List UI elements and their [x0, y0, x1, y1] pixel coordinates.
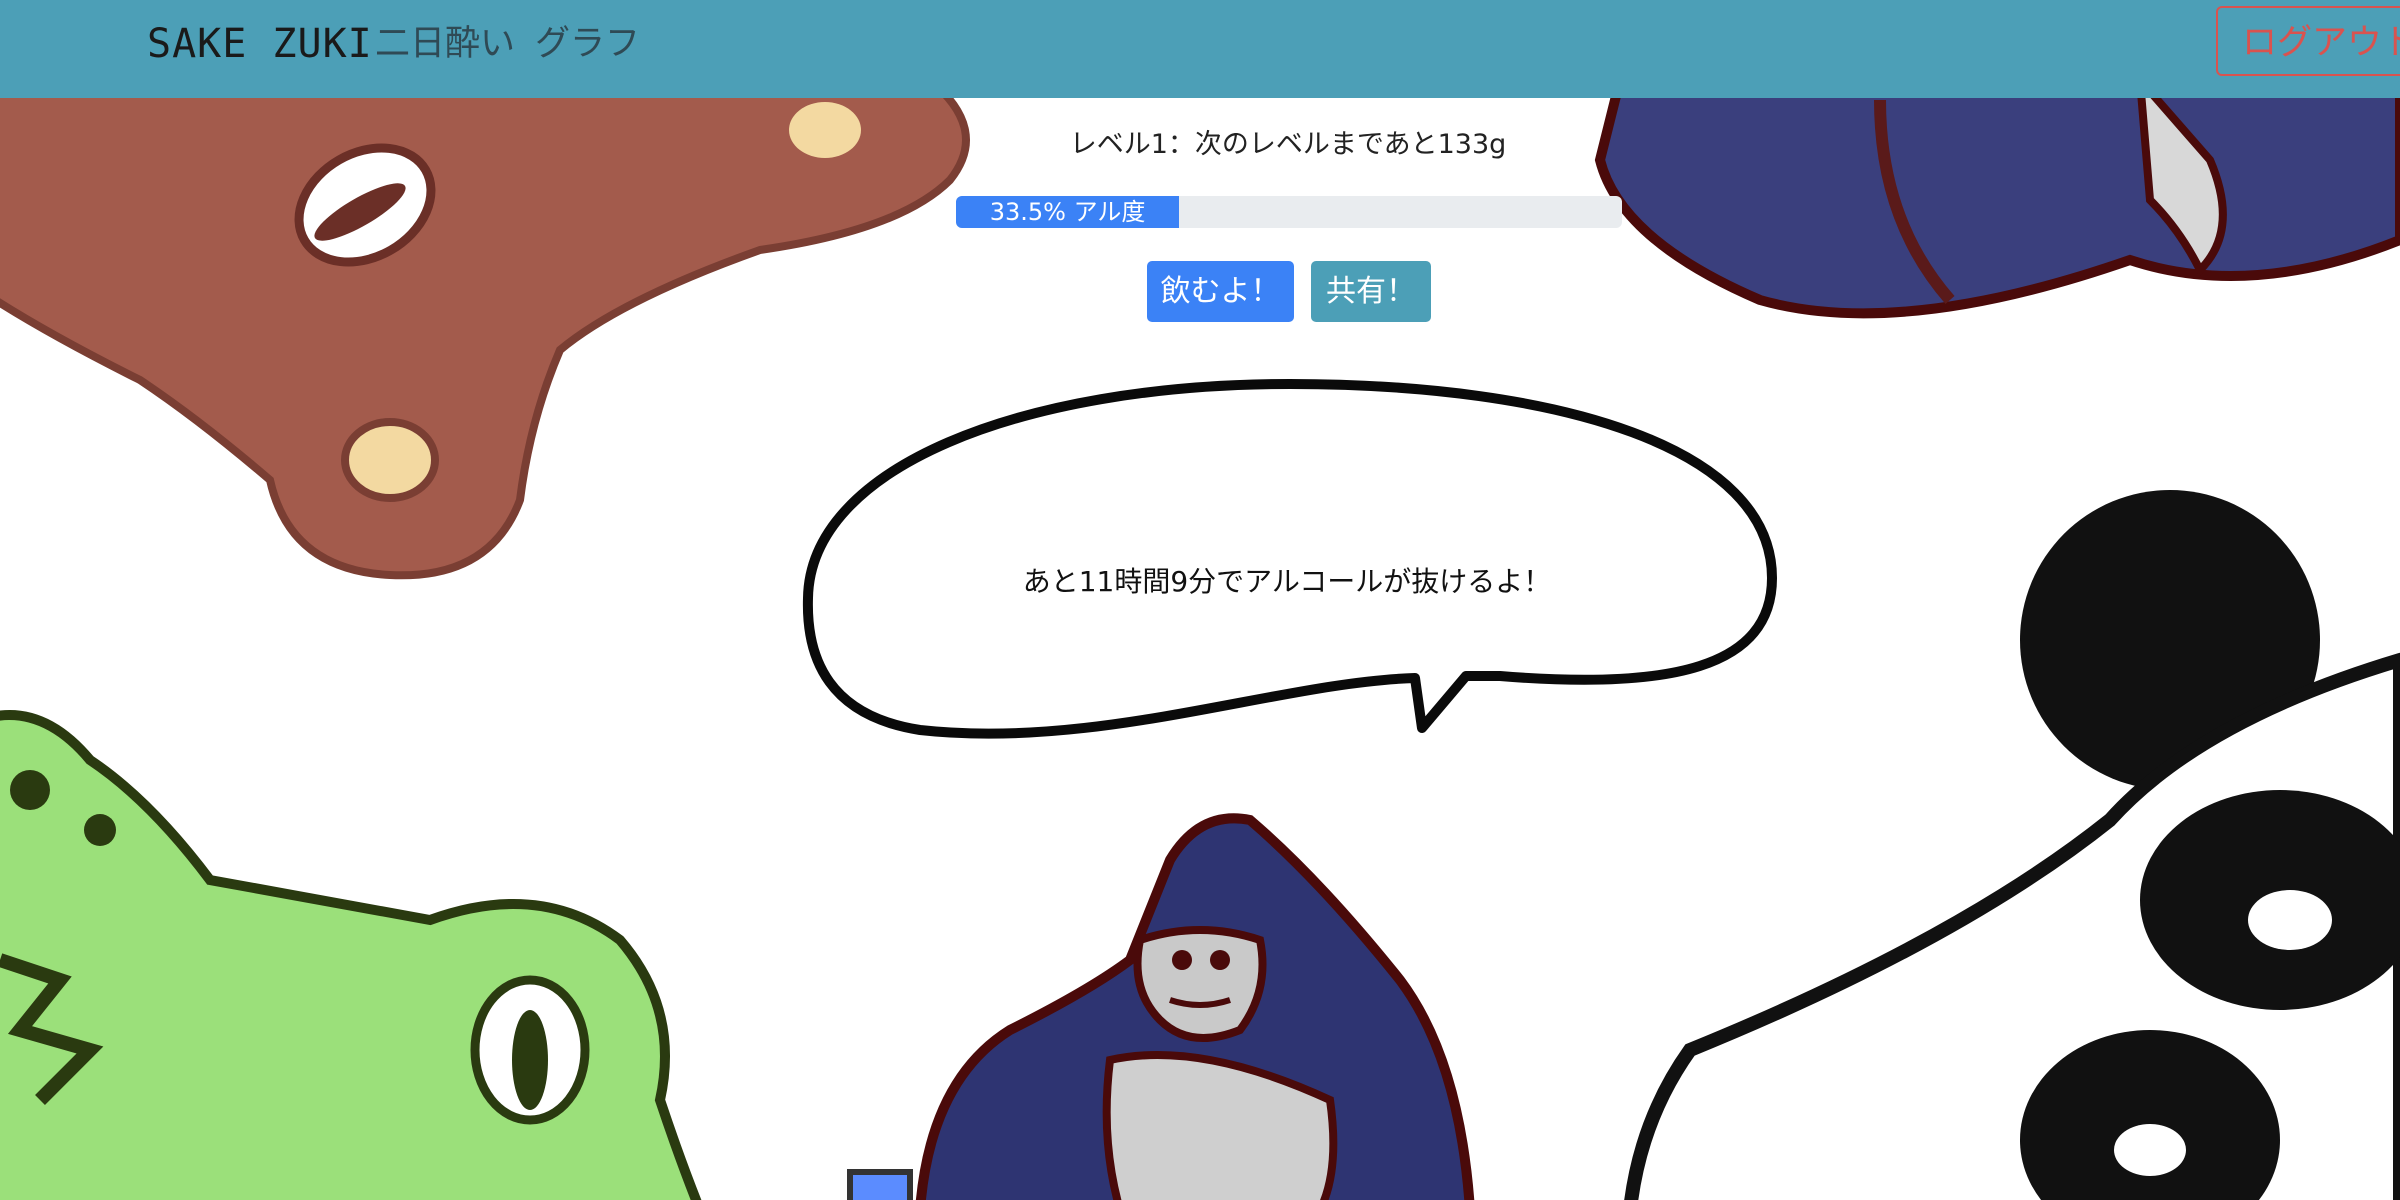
logout-button[interactable]: ログアウト [2216, 6, 2400, 76]
nav-link-hangover[interactable]: 二日酔い [375, 20, 515, 68]
share-button[interactable]: 共有！ [1311, 261, 1431, 322]
nav-link-graph[interactable]: グラフ [535, 20, 640, 68]
alcohol-progress-bar: 33.5% アル度 [956, 196, 1180, 228]
navbar: SAKE ZUKI 二日酔い グラフ ログアウト [0, 0, 2400, 98]
speech-bubble-text: あと11時間9分でアルコールが抜けるよ！ [1022, 565, 1552, 598]
blue-animal-illustration [1594, 68, 2400, 319]
brand-logo[interactable]: SAKE ZUKI [147, 18, 373, 70]
level-status-text: レベル1：次のレベルまであと133g [1069, 129, 1507, 160]
page: SAKE ZUKI 二日酔い グラフ ログアウト レベル1：次のレベルまであと1… [0, 0, 2400, 1200]
gorilla-illustration [847, 813, 1475, 1200]
frog-illustration [0, 710, 702, 1200]
alcohol-progress: 33.5% アル度 [956, 196, 1622, 228]
drink-button[interactable]: 飲むよ！ [1147, 261, 1294, 322]
